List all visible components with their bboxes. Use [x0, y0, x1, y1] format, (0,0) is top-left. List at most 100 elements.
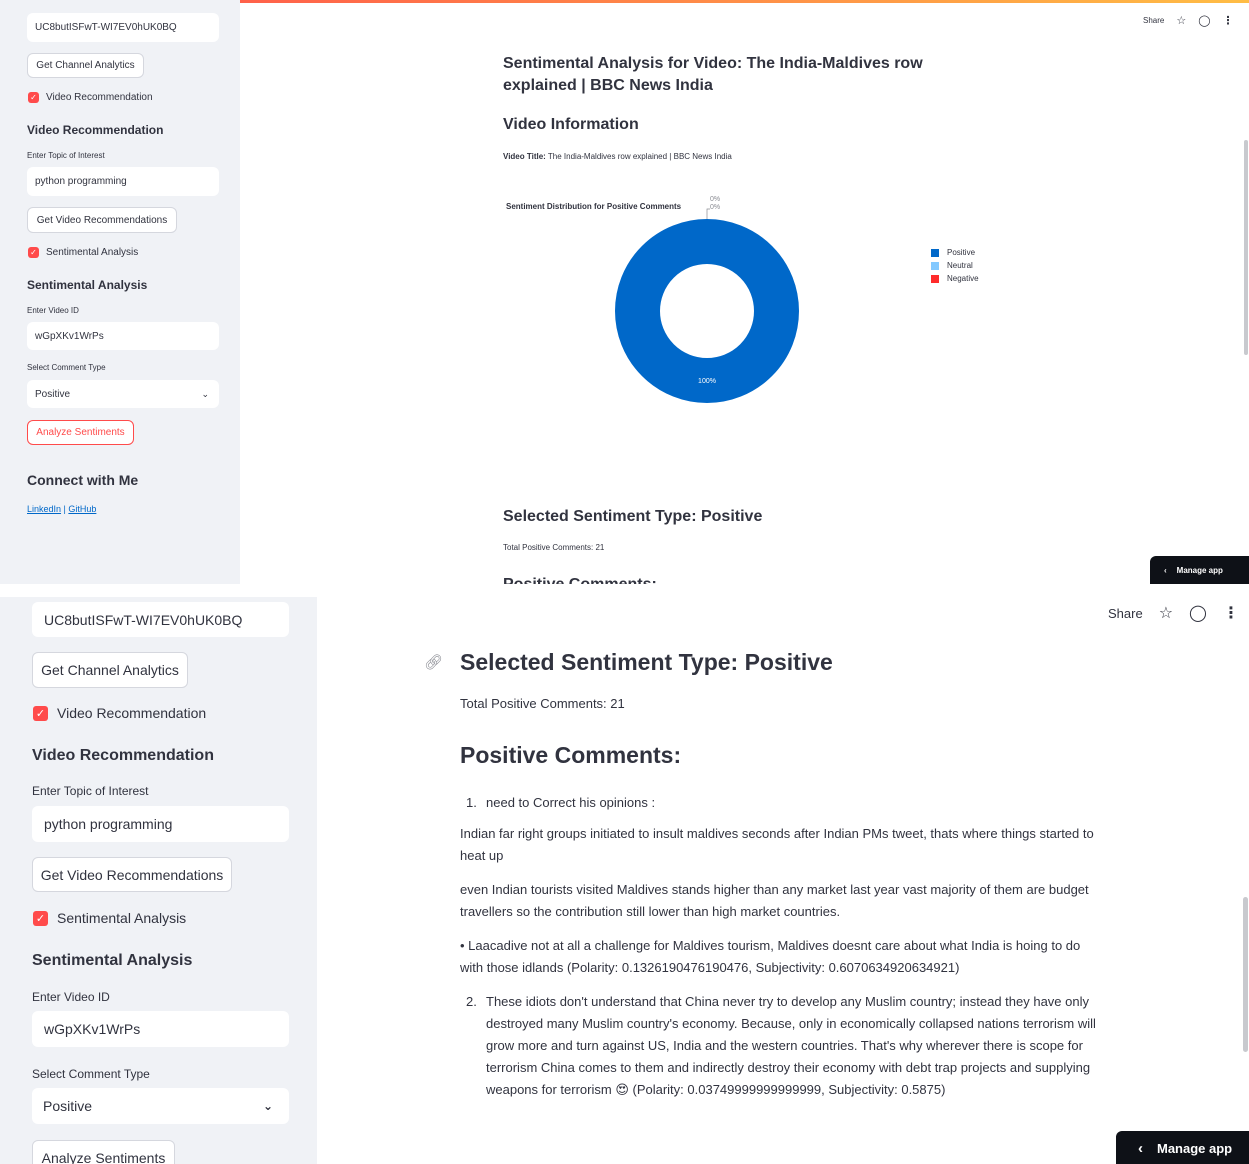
channel-id-input[interactable]: UC8butISFwT-WI7EV0hUK0BQ: [27, 13, 219, 42]
get-channel-analytics-button[interactable]: Get Channel Analytics: [27, 53, 144, 78]
sentimental-analysis-checkbox-label: Sentimental Analysis: [57, 910, 187, 926]
github-icon[interactable]: ◯: [1189, 603, 1207, 623]
legend-label: Positive: [947, 248, 976, 257]
comment-text: need to Correct his opinions :: [486, 795, 656, 810]
video-title-line: Video Title: The India-Maldives row expl…: [503, 152, 732, 161]
comment-type-selected: Positive: [43, 1098, 93, 1114]
chevron-down-icon: ⌄: [201, 388, 209, 399]
more-menu-icon[interactable]: ⋮: [1223, 14, 1234, 27]
connect-heading: Connect with Me: [27, 472, 139, 488]
comments-heading: Positive Comments:: [503, 576, 657, 584]
chevron-left-icon: ‹: [1138, 1140, 1143, 1157]
slice-label-positive: 100%: [698, 378, 716, 385]
star-icon[interactable]: ☆: [1159, 603, 1173, 623]
chevron-left-icon: ‹: [1164, 565, 1167, 575]
toolbar: Share ☆ ◯ ⋮: [1108, 603, 1239, 623]
star-icon[interactable]: ☆: [1176, 14, 1186, 27]
video-title-label: Video Title:: [503, 152, 546, 161]
video-id-label: Enter Video ID: [32, 990, 110, 1004]
channel-id-value: UC8butISFwT-WI7EV0hUK0BQ: [44, 611, 243, 628]
topic-label: Enter Topic of Interest: [32, 784, 149, 798]
scrollbar[interactable]: [1244, 140, 1248, 355]
toolbar: Share ☆ ◯ ⋮: [1143, 14, 1234, 27]
list-item: 2. These idiots don't understand that Ch…: [460, 991, 1100, 1101]
scrollbar[interactable]: [1243, 897, 1248, 1052]
comment-paragraph: even Indian tourists visited Maldives st…: [460, 882, 1089, 919]
channel-id-value: UC8butISFwT-WI7EV0hUK0BQ: [35, 22, 177, 33]
video-recommendation-checkbox-label: Video Recommendation: [46, 92, 153, 103]
checkmark-icon: ✓: [28, 247, 39, 258]
total-comments: Total Positive Comments: 21: [503, 543, 605, 552]
topic-input[interactable]: python programming: [27, 167, 219, 196]
chevron-down-icon: ⌄: [262, 1099, 273, 1113]
more-menu-icon[interactable]: ⋮: [1223, 603, 1239, 623]
manage-app-label: Manage app: [1157, 1141, 1233, 1156]
sentimental-analysis-heading: Sentimental Analysis: [27, 278, 148, 292]
video-title-value: The India-Maldives row explained | BBC N…: [545, 152, 732, 161]
sentimental-analysis-checkbox[interactable]: ✓ Sentimental Analysis: [33, 910, 186, 926]
comments-list: 1. need to Correct his opinions : Indian…: [460, 792, 1100, 1101]
linkedin-link[interactable]: LinkedIn: [27, 504, 61, 514]
sidebar: UC8butISFwT-WI7EV0hUK0BQ Get Channel Ana…: [0, 597, 317, 1164]
legend-item-negative[interactable]: Negative: [931, 274, 979, 283]
manage-app-button[interactable]: ‹ Manage app: [1150, 556, 1249, 584]
anchor-link-icon[interactable]: 🔗︎: [424, 653, 443, 671]
sentimental-analysis-heading: Sentimental Analysis: [32, 952, 193, 969]
get-channel-analytics-button[interactable]: Get Channel Analytics: [32, 652, 188, 688]
video-info-heading: Video Information: [503, 116, 639, 133]
video-id-input[interactable]: wGpXKv1WrPs: [27, 322, 219, 350]
comment-type-select[interactable]: Positive ⌄: [27, 380, 219, 408]
selected-sentiment-heading: Selected Sentiment Type: Positive: [503, 508, 763, 525]
legend-item-neutral[interactable]: Neutral: [931, 261, 973, 270]
donut-chart: 100% 0%0%: [615, 196, 799, 403]
sentimental-analysis-checkbox[interactable]: ✓ Sentimental Analysis: [28, 247, 138, 258]
comment-type-label: Select Comment Type: [27, 363, 106, 372]
share-button[interactable]: Share: [1108, 606, 1143, 621]
video-recommendation-checkbox[interactable]: ✓ Video Recommendation: [28, 92, 153, 103]
video-recommendation-heading: Video Recommendation: [27, 123, 164, 137]
topic-label: Enter Topic of Interest: [27, 151, 105, 160]
video-id-label: Enter Video ID: [27, 306, 79, 315]
video-recommendation-checkbox[interactable]: ✓ Video Recommendation: [33, 705, 206, 721]
total-comments: Total Positive Comments: 21: [460, 696, 625, 711]
sidebar: UC8butISFwT-WI7EV0hUK0BQ Get Channel Ana…: [0, 0, 240, 584]
get-video-recommendations-button[interactable]: Get Video Recommendations: [32, 857, 232, 892]
comment-text: These idiots don't understand that China…: [486, 994, 1096, 1097]
page-title: Sentimental Analysis for Video: The Indi…: [503, 55, 923, 94]
analyze-sentiments-button[interactable]: Analyze Sentiments: [27, 420, 134, 445]
video-id-input[interactable]: wGpXKv1WrPs: [32, 1011, 289, 1047]
github-link[interactable]: GitHub: [68, 504, 96, 514]
legend-swatch: [931, 261, 939, 270]
checkmark-icon: ✓: [33, 910, 48, 926]
sentimental-analysis-checkbox-label: Sentimental Analysis: [46, 247, 139, 258]
manage-app-label: Manage app: [1176, 565, 1223, 575]
comment-type-selected: Positive: [35, 388, 71, 400]
get-video-recommendations-button[interactable]: Get Video Recommendations: [27, 207, 177, 233]
analyze-sentiments-button[interactable]: Analyze Sentiments: [32, 1140, 175, 1164]
legend-swatch: [931, 274, 939, 283]
screenshot-panel-top: UC8butISFwT-WI7EV0hUK0BQ Get Channel Ana…: [0, 0, 1249, 584]
screenshot-panel-bottom: UC8butISFwT-WI7EV0hUK0BQ Get Channel Ana…: [0, 597, 1249, 1164]
share-button[interactable]: Share: [1143, 16, 1164, 25]
pie-slice-positive: [615, 219, 799, 403]
video-id-value: wGpXKv1WrPs: [35, 330, 104, 342]
github-icon[interactable]: ◯: [1198, 14, 1210, 27]
legend-item-positive[interactable]: Positive: [931, 248, 975, 257]
comment-number: 2.: [466, 994, 477, 1009]
topic-input[interactable]: python programming: [32, 806, 289, 842]
legend-label: Neutral: [947, 261, 973, 270]
video-recommendation-checkbox-label: Video Recommendation: [57, 705, 207, 721]
topic-value: python programming: [35, 176, 127, 187]
checkmark-icon: ✓: [28, 92, 39, 103]
comment-type-label: Select Comment Type: [32, 1067, 150, 1081]
checkmark-icon: ✓: [33, 705, 48, 721]
slice-label-neutral: 0%: [710, 196, 720, 203]
selected-sentiment-heading: Selected Sentiment Type: Positive: [460, 649, 833, 675]
legend-label: Negative: [947, 274, 979, 283]
legend-swatch: [931, 248, 939, 257]
channel-id-input[interactable]: UC8butISFwT-WI7EV0hUK0BQ: [32, 602, 289, 637]
video-recommendation-heading: Video Recommendation: [32, 747, 214, 764]
social-links: LinkedIn | GitHub: [27, 504, 96, 514]
comment-type-select[interactable]: Positive ⌄: [32, 1088, 289, 1124]
manage-app-button[interactable]: ‹ Manage app: [1116, 1131, 1249, 1164]
